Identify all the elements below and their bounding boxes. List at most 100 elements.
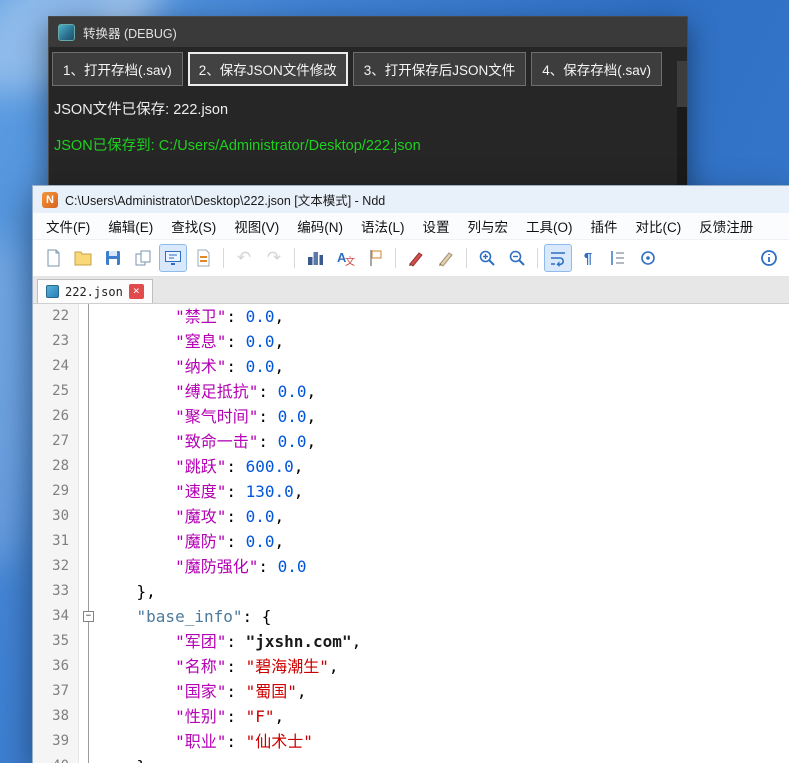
ndd-app-icon: N: [42, 191, 58, 208]
copy-icon[interactable]: [129, 244, 157, 272]
code-text[interactable]: "性别": "F",: [98, 704, 284, 729]
wallpaper-light-streak: [0, 230, 36, 570]
line-number: 39: [33, 729, 79, 754]
code-area[interactable]: 22 "禁卫": 0.0, 23 "窒息": 0.0, 24 "纳术": 0.0, 2…: [33, 304, 789, 763]
editor-window-title: C:\Users\Administrator\Desktop\222.json …: [65, 194, 386, 208]
line-number: 33: [33, 579, 79, 604]
zoom-out-icon[interactable]: [503, 244, 531, 272]
fold-margin: [79, 479, 98, 504]
code-text[interactable]: "名称": "碧海潮生",: [98, 654, 338, 679]
fold-margin: −: [79, 604, 98, 629]
indent-guide-icon[interactable]: [604, 244, 632, 272]
code-text[interactable]: "聚气时间": 0.0,: [98, 404, 316, 429]
menu-item[interactable]: 插件: [582, 213, 627, 239]
menu-item[interactable]: 反馈注册: [690, 213, 762, 239]
menu-item[interactable]: 工具(O): [517, 213, 582, 239]
fold-margin: [79, 579, 98, 604]
menu-item[interactable]: 编码(N): [288, 213, 352, 239]
code-line: 25 "缚足抵抗": 0.0,: [33, 379, 789, 404]
code-text[interactable]: "跳跃": 600.0,: [98, 454, 303, 479]
code-text[interactable]: "国家": "蜀国",: [98, 679, 306, 704]
code-text[interactable]: },: [98, 579, 156, 604]
code-line: 30 "魔攻": 0.0,: [33, 504, 789, 529]
menu-item[interactable]: 设置: [414, 213, 459, 239]
scope-icon[interactable]: [634, 244, 662, 272]
code-text[interactable]: "魔攻": 0.0,: [98, 504, 284, 529]
code-text[interactable]: "base_info": {: [98, 604, 272, 629]
menu-item[interactable]: 语法(L): [352, 213, 414, 239]
debug-step-button[interactable]: 2、保存JSON文件修改: [187, 52, 348, 86]
line-number: 35: [33, 629, 79, 654]
code-line: 31 "魔防": 0.0,: [33, 529, 789, 554]
undo-icon[interactable]: ↶: [230, 244, 258, 272]
text-mode-icon[interactable]: [159, 244, 187, 272]
fold-margin: [79, 554, 98, 579]
toolbar-separator: [466, 248, 467, 268]
code-text[interactable]: "魔防强化": 0.0: [98, 554, 306, 579]
code-text[interactable]: "职业": "仙术士": [98, 729, 313, 754]
line-number: 27: [33, 429, 79, 454]
redo-icon[interactable]: ↷: [260, 244, 288, 272]
fold-margin: [79, 304, 98, 329]
menu-bar: 文件(F) 编辑(E) 查找(S) 视图(V) 编码(N) 语法(L) 设置 列与宏 工具(O)…: [33, 213, 789, 239]
code-text[interactable]: "速度": 130.0,: [98, 479, 303, 504]
doc-convert-icon[interactable]: [189, 244, 217, 272]
fold-margin: [79, 704, 98, 729]
fold-margin: [79, 379, 98, 404]
bookmark-icon[interactable]: [361, 244, 389, 272]
tab-bar: 222.json ×: [33, 277, 789, 304]
debug-titlebar[interactable]: 转换器 (DEBUG): [49, 17, 687, 47]
code-line: 26 "聚气时间": 0.0,: [33, 404, 789, 429]
debug-step-button[interactable]: 4、保存存档(.sav): [531, 52, 663, 86]
debug-window-title: 转换器 (DEBUG): [83, 26, 177, 41]
fold-margin: [79, 754, 98, 763]
tab-close-icon[interactable]: ×: [128, 284, 144, 299]
debug-path-line: JSON已保存到: C:/Users/Administrator/Desktop…: [54, 138, 421, 154]
fold-collapse-icon[interactable]: −: [83, 611, 94, 622]
code-text[interactable]: "纳术": 0.0,: [98, 354, 284, 379]
code-text[interactable]: "缚足抵抗": 0.0,: [98, 379, 316, 404]
save-file-icon[interactable]: [99, 244, 127, 272]
code-text[interactable]: "禁卫": 0.0,: [98, 304, 284, 329]
open-file-icon[interactable]: [69, 244, 97, 272]
code-line: 28 "跳跃": 600.0,: [33, 454, 789, 479]
debug-scrollbar[interactable]: [677, 61, 687, 195]
menu-item[interactable]: 文件(F): [37, 213, 99, 239]
tab-222json[interactable]: 222.json ×: [37, 279, 153, 303]
line-number: 22: [33, 304, 79, 329]
code-text[interactable]: "军团": "jxshn.com",: [98, 629, 361, 654]
code-line: 27 "致命一击": 0.0,: [33, 429, 789, 454]
menu-item[interactable]: 编辑(E): [99, 213, 162, 239]
debug-step-button[interactable]: 3、打开保存后JSON文件: [352, 52, 527, 86]
code-text[interactable]: "魔防": 0.0,: [98, 529, 284, 554]
code-line: 32 "魔防强化": 0.0: [33, 554, 789, 579]
encoding-convert-icon[interactable]: A文: [331, 244, 359, 272]
fold-margin: [79, 354, 98, 379]
menu-item[interactable]: 视图(V): [225, 213, 288, 239]
about-icon[interactable]: [755, 244, 783, 272]
menu-item[interactable]: 对比(C): [627, 213, 691, 239]
code-text[interactable]: "致命一击": 0.0,: [98, 429, 316, 454]
code-line: 37 "国家": "蜀国",: [33, 679, 789, 704]
editor-titlebar[interactable]: N C:\Users\Administrator\Desktop\222.jso…: [33, 186, 789, 213]
new-file-icon[interactable]: [39, 244, 67, 272]
zoom-in-icon[interactable]: [473, 244, 501, 272]
debug-scrollbar-thumb[interactable]: [677, 61, 687, 107]
pilcrow-icon[interactable]: ¶: [574, 244, 602, 272]
toolbar-separator: [294, 248, 295, 268]
code-line: 39 "职业": "仙术士": [33, 729, 789, 754]
line-number: 34: [33, 604, 79, 629]
debug-step-button[interactable]: 1、打开存档(.sav): [52, 52, 183, 86]
mark-red-icon[interactable]: [402, 244, 430, 272]
compare-icon[interactable]: [301, 244, 329, 272]
mark-clear-icon[interactable]: [432, 244, 460, 272]
code-text[interactable]: }: [98, 754, 147, 763]
line-number: 38: [33, 704, 79, 729]
code-line: 36 "名称": "碧海潮生",: [33, 654, 789, 679]
debug-status-line: JSON文件已保存: 222.json: [54, 102, 229, 118]
code-line: 34− "base_info": {: [33, 604, 789, 629]
menu-item[interactable]: 查找(S): [162, 213, 225, 239]
word-wrap-icon[interactable]: [544, 244, 572, 272]
code-text[interactable]: "窒息": 0.0,: [98, 329, 284, 354]
menu-item[interactable]: 列与宏: [459, 213, 518, 239]
